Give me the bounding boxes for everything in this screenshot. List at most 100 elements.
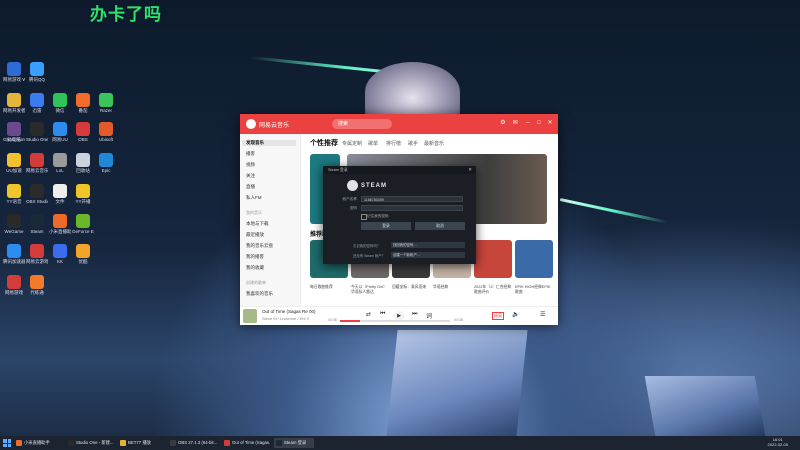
desktop-shortcut-icon-7[interactable]: Razer [95, 93, 117, 113]
sidebar-item-cloud[interactable]: 我的音乐云盘 [246, 243, 273, 249]
tab-recommend[interactable]: 个性推荐 [310, 138, 338, 148]
desktop-shortcut-icon-11[interactable]: OBS [72, 122, 94, 142]
cancel-button[interactable]: 取消 [415, 222, 465, 230]
playlist-cover[interactable] [474, 240, 512, 278]
tab-artists[interactable]: 歌手 [408, 140, 418, 147]
desktop-shortcut-icon-23[interactable]: WeGame [3, 214, 25, 234]
sidebar-item-my-podcast[interactable]: 我的播客 [246, 254, 264, 260]
progress-bar[interactable] [340, 320, 450, 322]
desktop-shortcut-icon-6[interactable]: 番茄 [72, 93, 94, 113]
music-title-bar[interactable]: 网易云音乐 搜索 ⚙ ✉ – □ ✕ [240, 114, 558, 134]
settings-icon[interactable]: ⚙ [500, 120, 506, 126]
steam-logo-icon [347, 180, 358, 191]
app-icon [7, 62, 21, 76]
desktop-shortcut-icon-2[interactable]: 腾讯QQ [26, 62, 48, 82]
playlist-caption[interactable]: 2022年（1）仁合经典歌曲评价 [474, 285, 512, 295]
sidebar-item-discover[interactable]: 发现音乐 [242, 140, 296, 146]
recover-password-button[interactable]: 找回我的密码… [391, 242, 465, 248]
steam-title-bar[interactable]: Steam 登录 ✕ [323, 166, 476, 174]
desktop-shortcut-icon-1[interactable]: 网易游戏 Welcome [3, 62, 25, 82]
close-icon[interactable]: ✕ [547, 120, 553, 126]
sidebar-item-video[interactable]: 视频 [246, 162, 255, 168]
music-search-input[interactable]: 搜索 [332, 119, 392, 129]
taskbar-item[interactable]: Out of Time (Sagas... [222, 438, 270, 448]
playlist-caption[interactable]: 回暖坐标：乘风而来 [392, 285, 430, 290]
desktop-shortcut-icon-29[interactable]: KK [49, 244, 71, 264]
playlist-caption[interactable]: 华语经典 [433, 285, 471, 290]
taskbar-item[interactable]: Steam 登录 [274, 438, 314, 448]
sidebar-item-liked[interactable]: 我喜欢的音乐 [246, 291, 273, 297]
tab-new[interactable]: 最新音乐 [424, 140, 444, 147]
desktop-shortcut-icon-14[interactable]: UU加速 [3, 153, 25, 173]
sidebar-item-local[interactable]: 本地与下载 [246, 221, 269, 227]
lyrics-icon[interactable]: 词 [426, 311, 432, 320]
desktop-shortcut-icon-28[interactable]: 网易云游戏 [26, 244, 48, 264]
create-account-button[interactable]: 创建一个新帐户… [391, 252, 465, 258]
maximize-icon[interactable]: □ [536, 120, 542, 126]
account-input[interactable]: 1186780059 [361, 196, 463, 202]
album-cover[interactable] [243, 309, 257, 323]
taskbar-app-icon [276, 440, 282, 446]
sidebar-item-live[interactable]: 直播 [246, 184, 255, 190]
tab-playlist[interactable]: 歌单 [368, 140, 378, 147]
playlist-cover[interactable] [515, 240, 553, 278]
desktop-shortcut-icon-25[interactable]: 小米直播助手 [49, 214, 71, 234]
desktop-shortcut-icon-16[interactable]: LoL [49, 153, 71, 173]
playlist-caption[interactable]: 今天以（Pretty Girl）华语私人雷达 [351, 285, 389, 295]
volume-icon[interactable]: 🔈 [512, 311, 519, 318]
desktop-shortcut-icon-4[interactable]: 迅雷 [26, 93, 48, 113]
sidebar-item-podcast[interactable]: 播客 [246, 151, 255, 157]
sidebar-item-follow[interactable]: 关注 [246, 173, 255, 179]
desktop-shortcut-icon-10[interactable]: 网易UU [49, 122, 71, 142]
desktop-shortcut-icon-22[interactable]: YY开播 [72, 184, 94, 204]
desktop-shortcut-icon-27[interactable]: 腾讯加速器 [3, 244, 25, 264]
steam-login-dialog[interactable]: Steam 登录 ✕ STEAM 帐户名称 1186780059 密码 记住我的… [323, 166, 476, 264]
desktop-shortcut-icon-19[interactable]: YY语音 [3, 184, 25, 204]
mail-icon[interactable]: ✉ [512, 120, 518, 126]
taskbar-item[interactable]: OBS 27.1.3 (64-bit... [168, 438, 218, 448]
taskbar-clock[interactable]: 16:01 2022-02-05 [768, 437, 788, 447]
shuffle-icon[interactable]: ⇄ [366, 311, 371, 318]
sidebar-item-fm[interactable]: 私人FM [246, 195, 262, 201]
desktop-shortcut-icon-13[interactable]: Ghost Hunter [3, 122, 25, 142]
desktop-shortcut-icon-20[interactable]: OBS Studio [26, 184, 48, 204]
desktop-shortcut-icon-15[interactable]: 网易云音乐 [26, 153, 48, 173]
playlist-caption[interactable]: 每日歌曲推荐 [310, 285, 348, 290]
desktop-shortcut-icon-9[interactable]: Studio One_V3.5 [26, 122, 48, 142]
previous-icon[interactable]: ⏮ [380, 311, 385, 318]
desktop-shortcut-icon-21[interactable]: 文件 [49, 184, 71, 204]
taskbar-item[interactable]: Studio One - 新建... [66, 438, 114, 448]
tab-custom[interactable]: 专属定制 [342, 140, 362, 147]
close-icon[interactable]: ✕ [468, 167, 472, 173]
wallpaper-cube [386, 330, 528, 436]
password-input[interactable] [361, 205, 463, 211]
music-sidebar: 发现音乐 播客 视频 关注 直播 私人FM 我的音乐 本地与下载 最近播放 我的… [240, 134, 301, 306]
windows-start-icon[interactable] [3, 439, 11, 447]
song-title[interactable]: Out of Time (Sagas Re 00) [262, 309, 316, 314]
desktop-shortcut-icon-18[interactable]: Epic [95, 153, 117, 173]
next-icon[interactable]: ⏭ [412, 311, 417, 318]
playlist-caption[interactable]: EPIK HIGH经典EPIK歌曲 [515, 285, 553, 295]
desktop-shortcut-icon-5[interactable]: 微信 [49, 93, 71, 113]
desktop-shortcut-icon-24[interactable]: Steam [26, 214, 48, 234]
app-icon [53, 153, 67, 167]
sidebar-item-recent[interactable]: 最近播放 [246, 232, 264, 238]
desktop-shortcut-icon-17[interactable]: 回收站 [72, 153, 94, 173]
desktop-shortcut-icon-32[interactable]: 代练通 [26, 275, 48, 295]
taskbar-item[interactable]: 小米直播助手 [14, 438, 62, 448]
taskbar-item-label: Studio One - 新建... [76, 440, 114, 445]
sidebar-item-collection[interactable]: 我的收藏 [246, 265, 264, 271]
quality-badge[interactable]: 极高 [492, 312, 504, 320]
login-button[interactable]: 登录 [361, 222, 411, 230]
tab-charts[interactable]: 排行榜 [386, 140, 401, 147]
playlist-icon[interactable]: ☰ [540, 311, 545, 318]
minimize-icon[interactable]: – [525, 120, 531, 126]
desktop-shortcut-icon-12[interactable]: Ubisoft [95, 122, 117, 142]
desktop-shortcut-icon-3[interactable]: 网易开发者 [3, 93, 25, 113]
song-artist[interactable]: Steve M / Lucienne / Ehl X [262, 316, 309, 321]
desktop-shortcut-icon-30[interactable]: 优酷 [72, 244, 94, 264]
taskbar-item[interactable]: BET77 播放 [118, 438, 164, 448]
desktop-shortcut-icon-26[interactable]: GeForce Experience [72, 214, 94, 234]
time-total: 03:38 [454, 318, 463, 322]
desktop-shortcut-icon-31[interactable]: 网易游戏 [3, 275, 25, 295]
